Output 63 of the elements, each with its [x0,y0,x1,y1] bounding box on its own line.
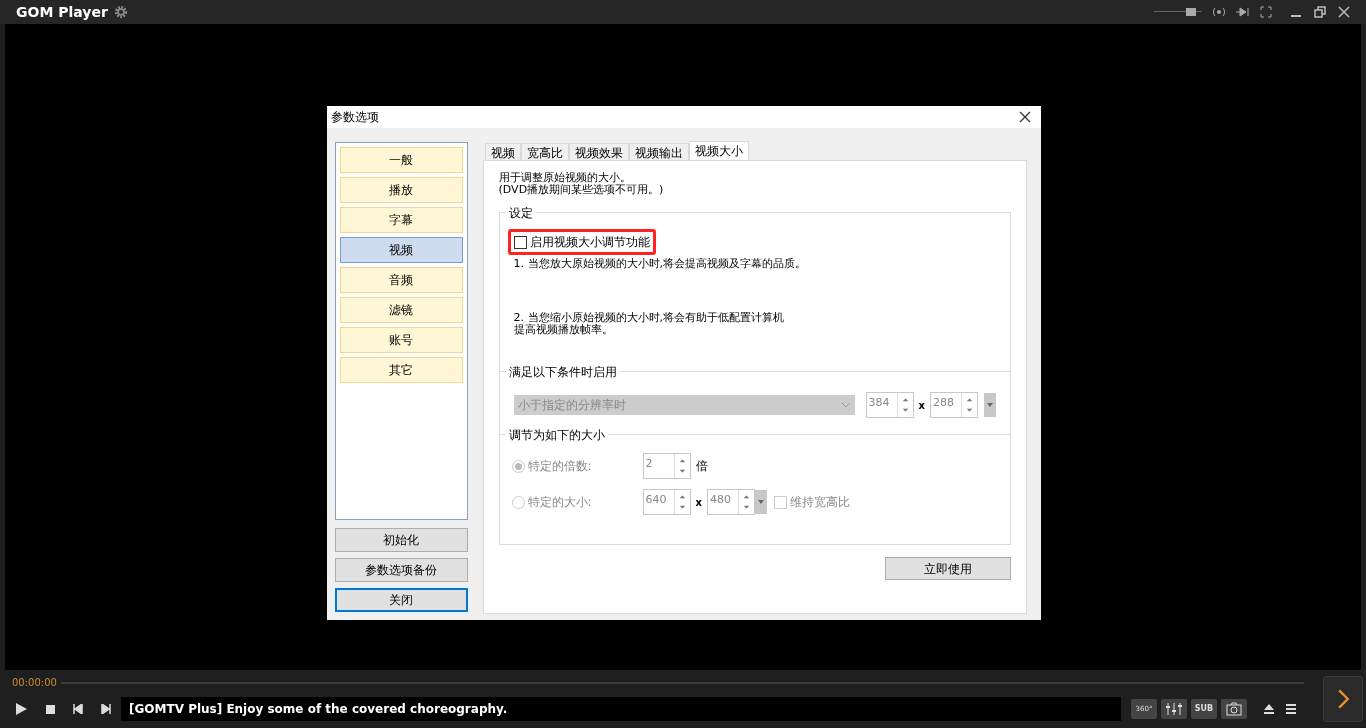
menu-icon[interactable] [1285,703,1297,715]
restore-icon[interactable] [1314,6,1326,18]
close-icon[interactable] [1019,111,1031,123]
ticker-text[interactable]: [GOMTV Plus] Enjoy some of the covered choreography. [129,700,508,718]
dialog-button[interactable]: 关闭 [335,588,468,612]
radio-label: 特定的大小: [527,494,593,511]
spinner-value: 640 [644,492,668,508]
fullscreen-icon[interactable] [1260,6,1272,18]
close-icon[interactable] [1338,6,1350,18]
broadcast-icon[interactable] [1212,6,1226,18]
volume-thumb[interactable] [1186,8,1197,16]
play-skip-icon[interactable] [1236,6,1250,18]
previous-icon[interactable] [73,704,83,714]
tab[interactable]: 宽高比 [520,143,569,160]
category-item[interactable]: 音频 [340,267,463,293]
checkbox[interactable] [513,235,527,249]
dialog-button[interactable]: 参数选项备份 [335,558,468,582]
spinner-value: 288 [932,395,955,411]
dialog-title: 参数选项 [331,109,379,126]
category-item[interactable]: 视频 [340,237,463,263]
stop-icon[interactable] [46,704,55,714]
apply-button[interactable]: 立即使用 [885,557,1011,580]
description-text: 用于调整原始视频的大小。 [498,172,632,184]
tab[interactable]: 视频效果 [568,143,629,160]
dialog-button[interactable]: 初始化 [335,528,468,552]
category-item[interactable]: 账号 [340,327,463,353]
unit-label: 倍 [695,458,708,475]
tab[interactable]: 视频 [484,143,521,160]
tab[interactable]: 视频输出 [628,143,689,160]
category-item[interactable]: 滤镜 [340,297,463,323]
play-icon[interactable] [14,702,28,716]
group-label: 满足以下条件时启用 [505,363,620,381]
subtitle-button[interactable]: SUB [1191,699,1217,719]
app-title: GOM Player [16,2,108,22]
radio-label: 特定的倍数: [527,458,593,475]
equalizer-icon[interactable] [1161,699,1187,719]
volume-slider[interactable] [1154,8,1202,16]
next-icon[interactable] [101,704,111,714]
times-sign: x [695,495,702,510]
spinner-value: 480 [709,492,732,508]
tab[interactable]: 视频大小 [688,141,749,160]
note-text: 1. 当您放大原始视频的大小时,将会提高视频及字幕的品质。 [513,255,808,272]
dropdown-value: 小于指定的分辨率时 [517,397,626,414]
group-label: 调节为如下的大小 [505,426,608,444]
note-text: 提高视频播放帧率。 [513,324,613,336]
camera-icon[interactable] [1221,699,1247,719]
category-item[interactable]: 其它 [340,357,463,383]
category-item[interactable]: 播放 [340,177,463,203]
chevron-right-icon[interactable] [1323,676,1363,722]
note-text: 2. 当您缩小原始视频的大小时,将会有助于低配置计算机 [513,312,786,324]
category-item[interactable]: 一般 [340,147,463,173]
eject-icon[interactable] [1263,703,1275,715]
checkbox-label: 维持宽高比 [790,494,850,511]
times-sign: x [918,398,925,413]
chevron-down-icon [840,401,851,409]
description-text: (DVD播放期间某些选项不可用。) [498,184,665,196]
settings-icon[interactable] [113,5,128,19]
checkbox-label: 启用视频大小调节功能 [529,234,650,251]
time-display: 00:00:00 [12,676,57,690]
category-item[interactable]: 字幕 [340,207,463,233]
spinner-value: 384 [867,395,891,411]
spinner-value: 2 [644,456,654,472]
group-label: 设定 [505,204,536,222]
